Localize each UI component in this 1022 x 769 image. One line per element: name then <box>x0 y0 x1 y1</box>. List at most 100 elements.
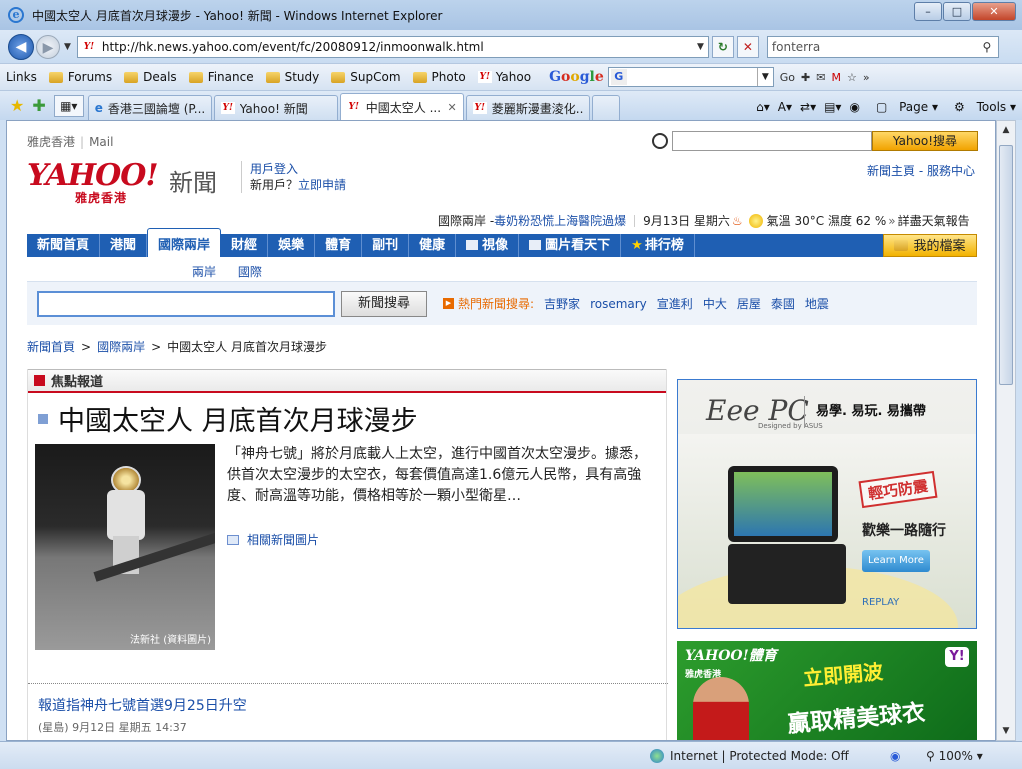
search-icon[interactable]: ⚲ <box>976 40 998 54</box>
nav-ranking[interactable]: ★ 排行榜 <box>621 234 695 257</box>
eee-pc-ad[interactable]: Eee PC Designed by ASUS 易學. 易玩. 易攜帶 輕巧防震… <box>677 379 977 629</box>
my-files-button[interactable]: 我的檔案 <box>883 234 977 257</box>
page-menu-button[interactable]: ▢ Page ▾ <box>868 100 938 114</box>
related-photos-link[interactable]: 相關新聞圖片 <box>227 531 319 548</box>
home-icon[interactable]: ⌂▾ <box>756 100 770 114</box>
scroll-down-icon[interactable]: ▼ <box>997 722 1015 740</box>
zoom-control[interactable]: ⚲ 100% ▾ <box>926 749 983 763</box>
nav-photos[interactable]: 圖片看天下 <box>519 234 622 257</box>
headline-link[interactable]: 毒奶粉恐慌上海醫院過爆 <box>494 212 626 229</box>
nav-supplement[interactable]: 副刊 <box>362 234 410 257</box>
news-search-button[interactable]: 新聞搜尋 <box>341 290 427 317</box>
page-menu-label[interactable]: Page <box>899 100 928 114</box>
hot-keyword[interactable]: 泰國 <box>771 295 795 312</box>
gmail-m-icon[interactable]: M <box>831 71 841 84</box>
link-deals-label[interactable]: Deals <box>143 70 177 84</box>
link-forums-label[interactable]: Forums <box>68 70 112 84</box>
yahoo-top-search-input[interactable] <box>672 131 872 151</box>
nav-video-label[interactable]: 視像 <box>482 238 508 253</box>
nav-sports[interactable]: 體育 <box>315 234 363 257</box>
link-forums[interactable]: Forums <box>48 70 112 84</box>
nav-ranking-label[interactable]: 排行榜 <box>645 238 684 253</box>
weather-report-link[interactable]: 詳盡天氣報告 <box>898 212 970 229</box>
vertical-scrollbar[interactable]: ▲ ▼ <box>996 120 1016 741</box>
favorites-star-icon[interactable]: ★ <box>10 96 24 115</box>
service-links[interactable]: 新聞主頁 - 服務中心 <box>867 162 975 179</box>
yahoo-hk-link[interactable]: 雅虎香港 <box>27 135 75 149</box>
ie-search-field[interactable]: fonterra ⚲ <box>766 35 999 58</box>
link-supcom-label[interactable]: SupCom <box>350 70 400 84</box>
yahoo-sports-ad[interactable]: YAHOO!體育 雅虎香港 Y! 立即開波 贏取精美球衣 <box>677 641 977 740</box>
link-study[interactable]: Study <box>265 70 320 84</box>
link-study-label[interactable]: Study <box>285 70 320 84</box>
link-finance-label[interactable]: Finance <box>208 70 254 84</box>
zoom-level[interactable]: 100% <box>939 749 973 763</box>
nav-news-home[interactable]: 新聞首頁 <box>27 234 101 257</box>
scroll-up-icon[interactable]: ▲ <box>997 121 1015 139</box>
close-tab-icon[interactable]: ✕ <box>448 101 457 114</box>
font-size-icon[interactable]: A▾ <box>778 100 792 114</box>
google-search-input[interactable]: G ▼ <box>607 67 774 87</box>
scroll-thumb[interactable] <box>999 145 1013 385</box>
maximize-button[interactable]: □ <box>943 2 971 21</box>
gmail-icon[interactable]: ✉ <box>816 71 825 84</box>
yahoo-search-button[interactable]: Yahoo!搜尋 <box>872 131 978 151</box>
yahoo-news-logo[interactable]: YAHOO! 雅虎香港 新聞 <box>27 161 217 206</box>
stop-button[interactable]: ✕ <box>736 35 759 58</box>
hot-keyword[interactable]: 宣進利 <box>657 295 693 312</box>
hot-keyword[interactable]: 地震 <box>805 295 829 312</box>
minimize-button[interactable]: – <box>914 2 942 21</box>
security-zone[interactable]: Internet | Protected Mode: Off <box>650 748 849 763</box>
quick-tabs-button[interactable]: ▦▾ <box>53 95 84 117</box>
hot-keyword[interactable]: 居屋 <box>737 295 761 312</box>
my-files-label[interactable]: 我的檔案 <box>913 239 965 254</box>
nav-international[interactable]: 國際兩岸 <box>147 228 222 257</box>
protected-mode-icon[interactable]: ◉ <box>890 749 900 763</box>
tab-moonwalk-article[interactable]: Y! 中國太空人 ... ✕ <box>339 93 464 120</box>
nav-video[interactable]: 視像 <box>456 234 520 257</box>
link-photo-label[interactable]: Photo <box>432 70 466 84</box>
add-favorites-icon[interactable]: ✚ <box>32 96 45 115</box>
hot-keyword[interactable]: 中大 <box>703 295 727 312</box>
nav-health[interactable]: 健康 <box>409 234 457 257</box>
news-search-input[interactable] <box>37 290 335 317</box>
related-article-link[interactable]: 報道指神舟七號首選9月25日升空 <box>38 695 247 715</box>
tools-menu-label[interactable]: Tools <box>977 100 1007 114</box>
hot-keyword[interactable]: 吉野家 <box>544 295 580 312</box>
subnav-international[interactable]: 國際 <box>238 265 262 279</box>
research-icon[interactable]: ◉ <box>849 100 859 114</box>
learn-more-button[interactable]: Learn More <box>862 550 930 572</box>
history-dropdown-icon[interactable]: ▼ <box>64 42 71 52</box>
tools-menu-button[interactable]: ⚙ Tools ▾ <box>946 100 1016 114</box>
subnav-cross-strait[interactable]: 兩岸 <box>192 265 216 279</box>
address-dropdown-icon[interactable]: ▼ <box>693 42 708 52</box>
nav-hk-news[interactable]: 港聞 <box>100 234 148 257</box>
breadcrumb-home[interactable]: 新聞首頁 <box>27 340 75 354</box>
tab-yahoo-news[interactable]: Y! Yahoo! 新聞 <box>213 95 338 120</box>
link-photo[interactable]: Photo <box>412 70 466 84</box>
nav-finance[interactable]: 財經 <box>221 234 269 257</box>
google-dropdown-icon[interactable]: ▼ <box>756 68 773 86</box>
link-yahoo-label[interactable]: Yahoo <box>496 70 531 84</box>
address-url[interactable]: http://hk.news.yahoo.com/event/fc/200809… <box>102 40 693 54</box>
link-finance[interactable]: Finance <box>188 70 254 84</box>
puzzle-icon[interactable]: ✚ <box>801 71 810 84</box>
close-button[interactable]: ✕ <box>972 2 1016 21</box>
login-link[interactable]: 用戶登入 <box>250 161 346 177</box>
mail-link[interactable]: Mail <box>89 135 113 149</box>
nav-entertainment[interactable]: 娛樂 <box>268 234 316 257</box>
register-link[interactable]: 立即申請 <box>298 178 346 192</box>
tab-sanguo-forum[interactable]: e 香港三國論壇 (P... <box>87 95 212 120</box>
breadcrumb-section[interactable]: 國際兩岸 <box>97 340 145 354</box>
astronaut-photo[interactable]: 法新社 (資料圖片) <box>35 444 215 650</box>
forward-button[interactable]: ▶ <box>36 34 60 59</box>
tab-comics[interactable]: Y! 菱麗斯漫畫淩化... <box>465 95 590 120</box>
nav-photos-label[interactable]: 圖片看天下 <box>545 238 610 253</box>
link-supcom[interactable]: SupCom <box>331 70 401 84</box>
hot-keyword[interactable]: rosemary <box>590 297 647 311</box>
feeds-icon[interactable]: ▤▾ <box>824 100 841 114</box>
new-tab-button[interactable] <box>591 95 620 120</box>
more-chevron-icon[interactable]: » <box>863 71 870 84</box>
related-photos-label[interactable]: 相關新聞圖片 <box>247 531 319 548</box>
refresh-button[interactable]: ↻ <box>711 35 734 58</box>
